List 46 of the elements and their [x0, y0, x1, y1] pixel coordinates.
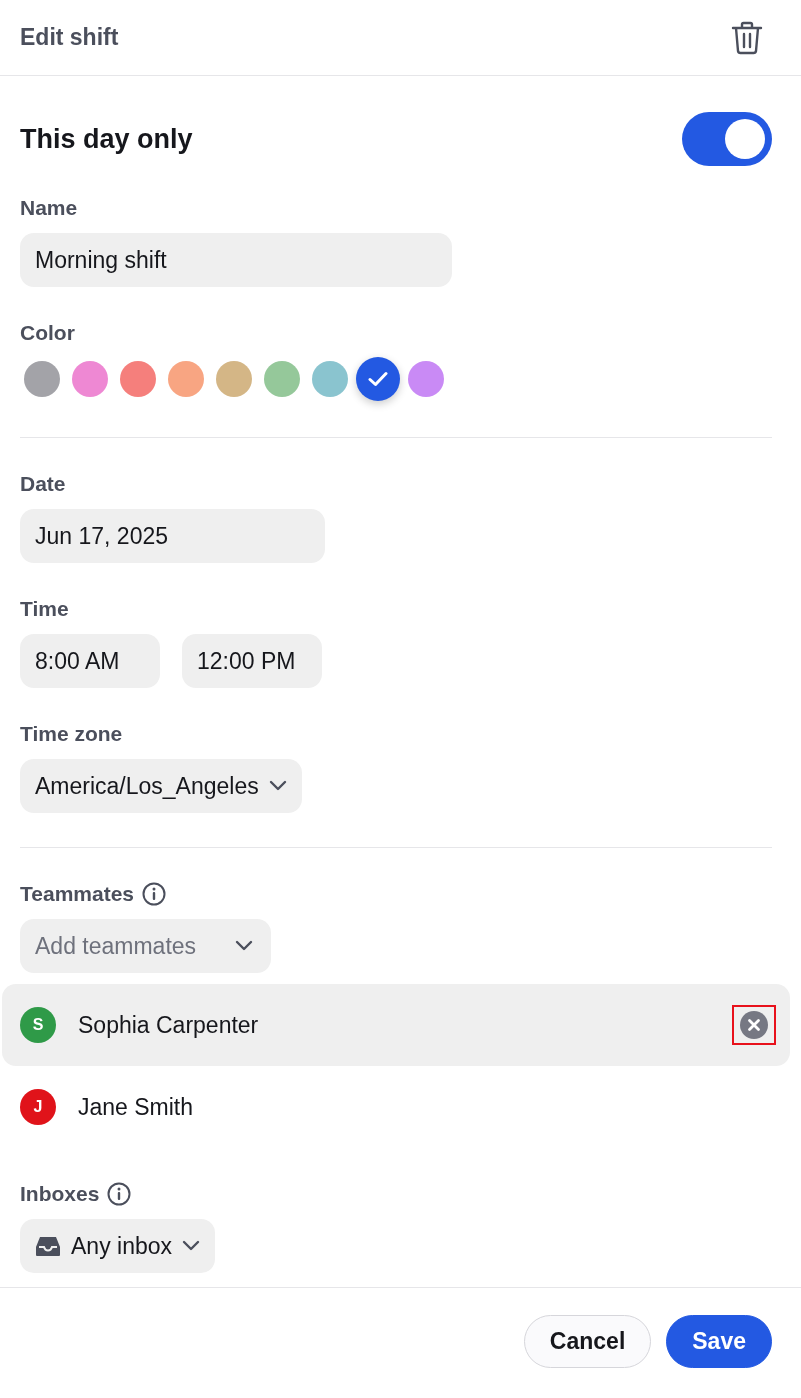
- close-icon: [740, 1011, 768, 1039]
- select-value: Any inbox: [71, 1232, 172, 1260]
- teammate-name: Jane Smith: [78, 1093, 195, 1121]
- trash-icon: [731, 20, 763, 55]
- color-swatch[interactable]: [312, 361, 348, 397]
- chevron-down-icon: [235, 940, 253, 952]
- color-swatch[interactable]: [408, 361, 444, 397]
- color-swatch[interactable]: [216, 361, 252, 397]
- time-zone-select[interactable]: America/Los_Angeles: [20, 759, 302, 813]
- color-swatch[interactable]: [120, 361, 156, 397]
- avatar: S: [20, 1007, 56, 1043]
- check-icon: [368, 371, 388, 387]
- avatar: J: [20, 1089, 56, 1125]
- info-icon: [107, 1182, 132, 1206]
- field-label: Name: [20, 196, 78, 220]
- remove-button[interactable]: [732, 1005, 776, 1045]
- delete-button[interactable]: [731, 20, 763, 55]
- date-field[interactable]: Jun 17, 2025: [20, 509, 325, 563]
- field-label: Teammates: [20, 882, 134, 906]
- color-swatch[interactable]: [264, 361, 300, 397]
- name-field[interactable]: Morning shift: [20, 233, 452, 287]
- chevron-down-icon: [268, 780, 287, 792]
- color-swatch[interactable]: [24, 361, 60, 397]
- toggle-switch[interactable]: [682, 112, 772, 166]
- field-label: Time zone: [20, 722, 123, 746]
- panel-title: Edit shift: [20, 24, 119, 51]
- select-value: America/Los_Angeles: [35, 772, 259, 800]
- field-label: Time: [20, 597, 69, 621]
- section-title: This day only: [20, 123, 193, 155]
- color-swatch[interactable]: [168, 361, 204, 397]
- inbox-tray-icon: [35, 1235, 61, 1257]
- start-time-field[interactable]: 8:00 AM: [20, 634, 160, 688]
- color-swatch[interactable]: [356, 357, 400, 401]
- inbox-select[interactable]: Any inbox: [20, 1219, 215, 1273]
- chevron-down-icon: [182, 1240, 200, 1252]
- info-icon: [142, 882, 166, 906]
- color-swatch[interactable]: [72, 361, 108, 397]
- teammate-select[interactable]: Add teammates: [20, 919, 271, 973]
- cancel-button[interactable]: Cancel: [523, 1314, 652, 1368]
- teammate-row[interactable]: S Sophia Carpenter: [2, 984, 790, 1066]
- teammate-name: Sophia Carpenter: [78, 1011, 260, 1039]
- end-time-field[interactable]: 12:00 PM: [182, 634, 322, 688]
- field-label: Inboxes: [20, 1182, 100, 1206]
- field-label: Date: [20, 472, 66, 496]
- save-button[interactable]: Save: [666, 1314, 772, 1368]
- field-label: Color: [20, 321, 75, 345]
